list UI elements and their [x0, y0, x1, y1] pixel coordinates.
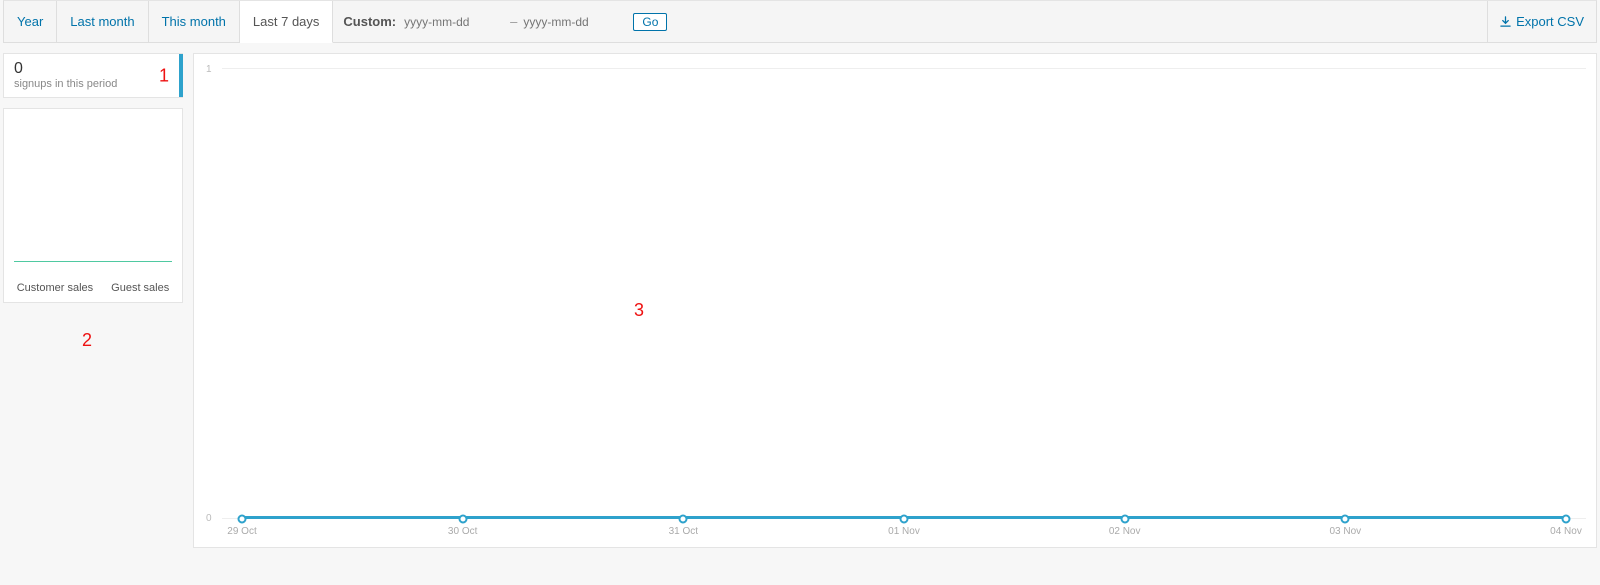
- chart-point[interactable]: [900, 515, 909, 524]
- chart-xtick: 30 Oct: [448, 526, 477, 537]
- tab-last-month[interactable]: Last month: [57, 1, 148, 42]
- tab-last-7-days[interactable]: Last 7 days: [240, 1, 334, 43]
- download-icon: [1500, 16, 1511, 27]
- date-range-toolbar: Year Last month This month Last 7 days C…: [3, 0, 1597, 43]
- date-to-input[interactable]: [523, 11, 623, 33]
- go-button[interactable]: Go: [633, 13, 667, 31]
- export-csv-label: Export CSV: [1516, 14, 1584, 29]
- chart-xtick: 03 Nov: [1329, 526, 1361, 537]
- custom-range-group: Custom: – Go: [333, 1, 677, 42]
- chart-point[interactable]: [458, 515, 467, 524]
- chart-xtick: 01 Nov: [888, 526, 920, 537]
- chart-point[interactable]: [238, 515, 247, 524]
- custom-range-label: Custom:: [343, 14, 396, 29]
- range-tabs: Year Last month This month Last 7 days: [4, 1, 333, 42]
- sales-breakdown-mini-chart: [12, 117, 174, 276]
- range-separator: –: [504, 14, 523, 29]
- chart-point[interactable]: [679, 515, 688, 524]
- chart-point[interactable]: [1562, 515, 1571, 524]
- chart-ytick-min: 0: [206, 513, 212, 524]
- date-from-input[interactable]: [404, 11, 504, 33]
- chart-point[interactable]: [1341, 515, 1350, 524]
- signups-caption: signups in this period: [14, 78, 173, 90]
- stat-card-active-indicator: [179, 54, 183, 97]
- signups-line-chart: 1 0 29 Oct 30 Oct 31 Oct 01 Nov 02 Nov 03 Nov…: [193, 53, 1597, 548]
- sales-breakdown-card: Customer sales Guest sales: [3, 108, 183, 303]
- signups-stat-card[interactable]: 0 signups in this period 1: [3, 53, 183, 98]
- export-csv-button[interactable]: Export CSV: [1487, 1, 1596, 42]
- annotation-3: 3: [634, 300, 644, 321]
- chart-point[interactable]: [1120, 515, 1129, 524]
- chart-xtick: 04 Nov: [1550, 526, 1582, 537]
- tab-year[interactable]: Year: [4, 1, 57, 42]
- legend-guest-sales[interactable]: Guest sales: [111, 282, 169, 294]
- chart-xtick: 29 Oct: [227, 526, 256, 537]
- legend-customer-sales[interactable]: Customer sales: [17, 282, 93, 294]
- chart-ytick-max: 1: [206, 64, 212, 75]
- annotation-2: 2: [82, 330, 92, 351]
- signups-count: 0: [14, 60, 173, 78]
- chart-xtick: 31 Oct: [669, 526, 698, 537]
- chart-xtick: 02 Nov: [1109, 526, 1141, 537]
- tab-this-month[interactable]: This month: [149, 1, 240, 42]
